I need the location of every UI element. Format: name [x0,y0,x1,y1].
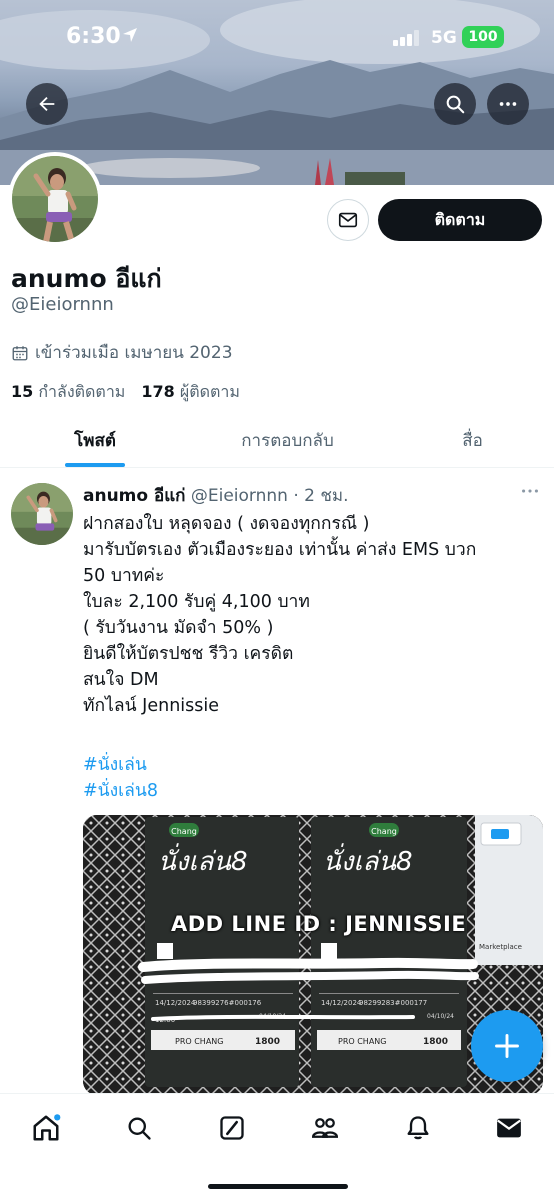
following-count: 15 [11,382,34,401]
ticket-number-left: 98399276#000176 [193,999,262,1007]
communities-icon [311,1118,339,1138]
search-button[interactable] [434,83,476,125]
follow-stats: 15 กำลังติดตาม 178 ผู้ติดตาม [11,380,240,405]
nav-communities[interactable] [305,1108,345,1148]
nav-messages[interactable] [489,1108,529,1148]
tab-posts[interactable]: โพสต์ [20,412,170,468]
profile-avatar[interactable] [8,152,102,246]
home-icon [33,1114,61,1141]
post-author-name[interactable]: anumo อีแก่ [83,486,185,506]
ticket-date-left: 14/12/2024 [155,999,196,1007]
post-text-line: ใบละ 2,100 รับคู่ 4,100 บาท [83,592,310,612]
ticket-number-right: 98299283#000177 [359,999,427,1007]
nav-home[interactable] [26,1108,66,1148]
search-icon [128,1117,151,1140]
ticket-type-right: PRO CHANG [338,1037,386,1046]
nav-grok[interactable] [212,1108,252,1148]
notification-badge-dot [54,1114,61,1121]
follow-button[interactable]: ติดตาม [378,199,542,241]
avatar-photo [12,156,98,242]
calendar-icon [12,345,28,360]
nav-notifications[interactable] [398,1108,438,1148]
cellular-signal-icon [393,30,419,46]
hashtag-link[interactable]: #นั่งเล่น8 [83,778,158,804]
battery-indicator: 100 [462,26,504,48]
following-link[interactable]: 15 กำลังติดตาม [11,380,125,405]
tab-media[interactable]: สื่อ [430,412,515,468]
post-hashtags: #นั่งเล่น #นั่งเล่น8 [83,752,158,804]
avatar-photo [11,483,73,545]
messages-icon [497,1118,521,1138]
ticket-date-right: 14/12/2024 [321,999,362,1007]
status-bar: 6:30 5G 100 [0,0,554,75]
following-label: กำลังติดตาม [38,382,126,401]
compose-post-button[interactable] [471,1010,543,1082]
status-time: 6:30 [66,24,121,49]
ticket-issue-date-right: 04/10/24 [427,1013,454,1020]
envelope-icon [338,212,358,228]
joined-date-text: เข้าร่วมเมือ เมษายน 2023 [35,343,233,363]
ticket-price-right: 1800 [423,1037,448,1047]
post-text-line: สนใจ DM [83,670,159,690]
followers-label: ผู้ติดตาม [179,382,240,401]
ticket-event-left: นั่งเล่น8 [158,843,248,877]
back-button[interactable] [26,83,68,125]
ticket-brand-left: Chang [171,827,197,836]
post-meta: @Eieiornnn · 2 ชม. [190,486,349,506]
post-more-icon[interactable] [519,480,541,502]
post-header: anumo อีแก่ @Eieiornnn · 2 ชม. [83,482,349,509]
location-arrow-icon [123,28,137,42]
message-button[interactable] [327,199,369,241]
profile-display-name: anumo อีแก่ [11,264,162,293]
nav-search[interactable] [119,1108,159,1148]
more-horizontal-icon [499,102,517,106]
notifications-icon [407,1116,429,1140]
ticket-event-right: นั่งเล่น8 [323,843,413,877]
ticket-type-left: PRO CHANG [175,1037,223,1046]
followers-link[interactable]: 178 ผู้ติดตาม [141,380,240,405]
network-type: 5G [431,28,457,48]
followers-count: 178 [141,382,175,401]
post-text-line: ยินดีให้บัตรปชช รีวิว เครดิต [83,644,294,664]
joined-date: เข้าร่วมเมือ เมษายน 2023 [11,339,233,366]
post-text-line: ( รับวันงาน มัดจำ 50% ) [83,618,274,638]
home-indicator [208,1184,348,1189]
media-overlay-caption: ADD LINE ID : JENNISSIE [171,912,467,936]
marketplace-label: Marketplace [479,943,522,951]
hashtag-link[interactable]: #นั่งเล่น [83,752,158,778]
more-options-button[interactable] [487,83,529,125]
post-text-line: ทักไลน์ Jennissie [83,696,220,716]
post-text-line: 50 บาทค่ะ [83,566,165,586]
tab-replies[interactable]: การตอบกลับ [200,412,375,468]
search-icon [446,95,465,114]
active-tab-indicator [65,463,125,467]
grok-icon [220,1116,244,1140]
ticket-brand-right: Chang [371,827,397,836]
post-text: ฝากสองใบ หลุดจอง ( งดจองทุกกรณี ) มารับบ… [83,511,543,719]
plus-icon [495,1034,519,1058]
profile-handle: @Eieiornnn [11,294,114,315]
post-text-line: มารับบัตรเอง ตัวเมืองระยอง เท่านั้น ค่าส… [83,540,477,560]
profile-tabs: โพสต์ การตอบกลับ สื่อ [0,412,554,468]
ticket-price-left: 1800 [255,1037,280,1047]
arrow-left-icon [39,96,55,112]
post-text-line: ฝากสองใบ หลุดจอง ( งดจองทุกกรณี ) [83,514,370,534]
post-author-avatar[interactable] [11,483,73,545]
